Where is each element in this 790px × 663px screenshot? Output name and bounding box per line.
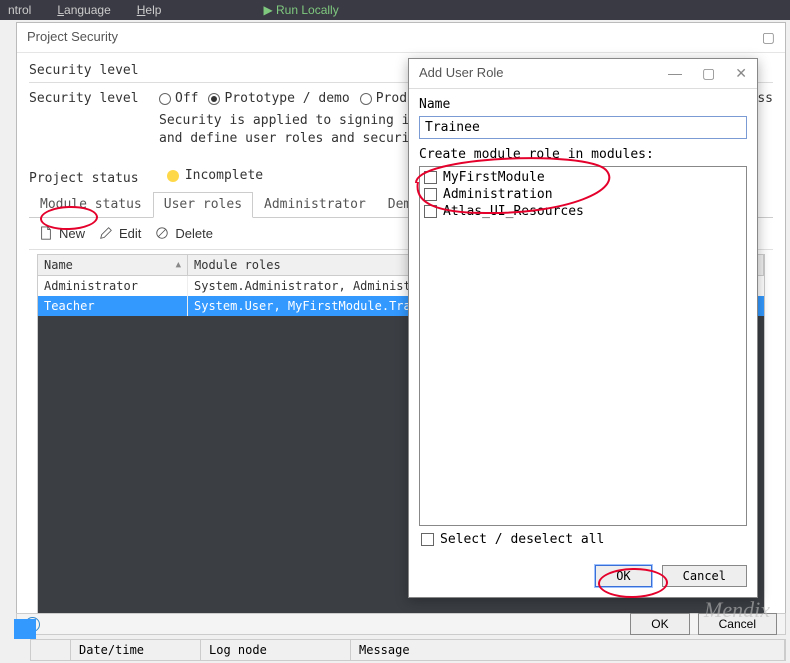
prohibit-icon [155, 226, 169, 240]
section-heading-security-level: Security level [29, 63, 139, 78]
add-user-role-dialog: Add User Role — ▢ ✕ Name Create module r… [408, 58, 758, 598]
top-menubar: ntrol Language Help ▶ Run Locally [0, 0, 790, 20]
menu-help[interactable]: Help [137, 3, 162, 17]
maximize-icon[interactable]: ▢ [762, 29, 775, 46]
edit-button[interactable]: Edit [99, 226, 141, 241]
radio-off[interactable]: Off [159, 91, 198, 106]
pencil-icon [99, 226, 113, 240]
module-item[interactable]: Administration [424, 186, 742, 203]
window-title: Project Security [27, 29, 118, 46]
select-deselect-all[interactable]: Select / deselect all [421, 532, 745, 547]
menu-control[interactable]: ntrol [8, 3, 31, 17]
radio-prototype-demo[interactable]: Prototype / demo [208, 91, 349, 106]
log-col-lognode[interactable]: Log node [201, 640, 351, 660]
checkbox-icon[interactable] [424, 188, 437, 201]
dialog-title: Add User Role [419, 65, 504, 82]
column-header-name[interactable]: Name▲ [38, 255, 188, 275]
label-create-module-role: Create module role in modules: [419, 147, 747, 162]
run-locally-button[interactable]: ▶ Run Locally [263, 3, 338, 17]
checkbox-icon[interactable] [424, 171, 437, 184]
new-file-icon [39, 226, 53, 240]
tab-user-roles[interactable]: User roles [153, 192, 253, 218]
ok-button-bottom[interactable]: OK [630, 613, 689, 635]
maximize-icon[interactable]: ▢ [702, 65, 715, 82]
module-item[interactable]: MyFirstModule [424, 169, 742, 186]
tab-module-status[interactable]: Module status [29, 192, 153, 217]
cancel-button-bottom[interactable]: Cancel [698, 613, 777, 635]
modules-list: MyFirstModule Administration Atlas_UI_Re… [419, 166, 747, 526]
label-project-status: Project status [29, 171, 159, 186]
checkbox-icon[interactable] [421, 533, 434, 546]
bottom-bar: ? OK Cancel [16, 613, 786, 635]
delete-button[interactable]: Delete [155, 226, 213, 241]
log-bar: Date/time Log node Message [30, 639, 786, 661]
ok-button[interactable]: OK [595, 565, 651, 587]
log-col-message[interactable]: Message [351, 640, 785, 660]
selection-patch [14, 619, 36, 639]
close-icon[interactable]: ✕ [735, 65, 747, 82]
name-field[interactable] [419, 116, 747, 139]
cancel-button[interactable]: Cancel [662, 565, 747, 587]
status-value: Incomplete [185, 168, 263, 183]
minimize-icon[interactable]: — [668, 65, 682, 82]
sort-asc-icon: ▲ [176, 260, 181, 270]
module-item[interactable]: Atlas_UI_Resources [424, 203, 742, 220]
label-name: Name [419, 97, 747, 112]
label-security-level: Security level [29, 91, 159, 106]
status-dot-icon [167, 170, 179, 182]
new-button[interactable]: New [39, 226, 85, 241]
menu-language[interactable]: Language [57, 3, 110, 17]
log-col-datetime[interactable]: Date/time [71, 640, 201, 660]
tab-administrator[interactable]: Administrator [253, 192, 377, 217]
checkbox-icon[interactable] [424, 205, 437, 218]
